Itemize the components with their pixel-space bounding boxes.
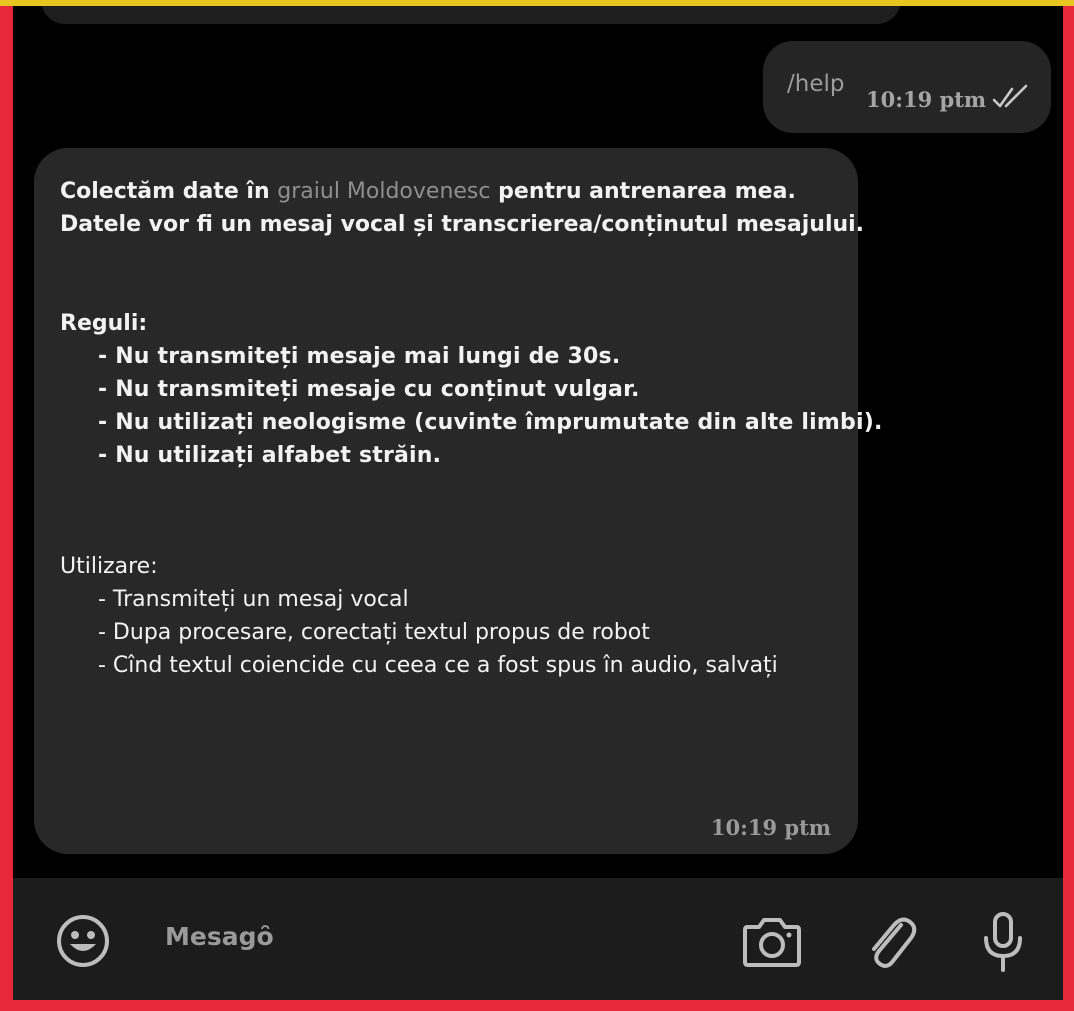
rule-item: - Nu utilizați alfabet străin. (98, 443, 442, 468)
usage-title: Utilizare: (60, 554, 158, 579)
incoming-message-bubble[interactable]: Colectăm date în graiul Moldovenesc pent… (34, 148, 883, 854)
microphone-icon[interactable] (978, 910, 1028, 974)
rules-title: Reguli: (60, 311, 148, 336)
rule-item: - Nu transmiteți mesaje cu conținut vulg… (98, 377, 640, 402)
rule-item: - Nu transmiteți mesaje mai lungi de 30s… (98, 344, 621, 369)
intro-after: pentru antrenarea mea. (490, 179, 796, 204)
intro-highlight: graiul Moldovenesc (277, 179, 491, 204)
double-check-icon (992, 84, 1028, 108)
usage-item: - Cînd textul coiencide cu ceea ce a fos… (98, 653, 778, 678)
message-input[interactable]: Mesagȏ (165, 922, 274, 951)
previous-message-bubble (41, 6, 901, 24)
usage-item: - Dupa procesare, corectați textul propu… (98, 620, 650, 645)
emoji-icon[interactable] (55, 913, 111, 969)
incoming-message-text: Colectăm date în graiul Moldovenesc pent… (60, 175, 883, 682)
chat-area[interactable]: /help 10:19 ptm Colectăm date în graiul … (13, 6, 1063, 878)
attach-icon[interactable] (863, 911, 919, 973)
message-composer: Mesagȏ (13, 878, 1063, 1000)
intro-before: Colectăm date în (60, 179, 278, 204)
outgoing-message-text: /help (787, 71, 845, 97)
rule-item: - Nu utilizați neologisme (cuvinte împru… (98, 410, 883, 435)
usage-item: - Transmiteți un mesaj vocal (98, 587, 409, 612)
camera-icon[interactable] (741, 913, 803, 969)
intro-line-2: Datele vor fi un mesaj vocal și transcri… (60, 212, 865, 237)
incoming-message-time: 10:19 ptm (710, 815, 831, 840)
outgoing-message-time: 10:19 ptm (866, 87, 987, 112)
outgoing-message-bubble[interactable]: /help 10:19 ptm (763, 41, 1051, 133)
screenshot-frame: /help 10:19 ptm Colectăm date în graiul … (0, 6, 1074, 1011)
